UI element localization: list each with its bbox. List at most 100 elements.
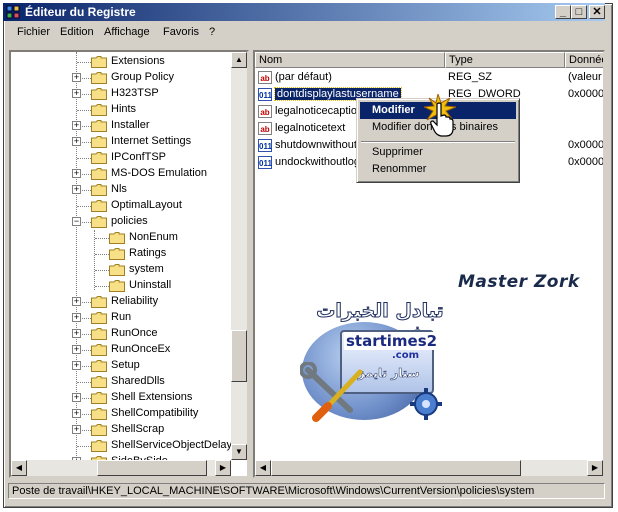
tree-horizontal-scrollbar[interactable]: ◀ ▶ xyxy=(11,460,231,476)
tree-item-label: Reliability xyxy=(111,295,159,307)
expand-plus-icon[interactable]: + xyxy=(72,329,81,338)
folder-icon xyxy=(91,392,107,404)
author-watermark: Master Zork xyxy=(458,272,580,292)
expand-plus-icon[interactable]: + xyxy=(72,137,81,146)
folder-icon xyxy=(91,408,107,420)
tree-item-label: Internet Settings xyxy=(111,135,192,147)
collapse-minus-icon[interactable]: − xyxy=(72,217,81,226)
tree-item[interactable]: SharedDlls xyxy=(11,374,231,390)
tree-item[interactable]: + Reliability xyxy=(11,294,231,310)
tree-item-label: Installer xyxy=(111,119,150,131)
string-value-icon: ab xyxy=(258,71,272,84)
values-scroll-right-arrow-icon[interactable]: ▶ xyxy=(587,460,603,476)
tree-vertical-scrollbar[interactable]: ▲ ▼ xyxy=(231,52,247,460)
folder-icon xyxy=(91,360,107,372)
key-tree-pane[interactable]: Extensions + Group Policy + H323TSP Hints + Ins… xyxy=(9,50,249,478)
expand-plus-icon[interactable]: + xyxy=(72,73,81,82)
menu-edition[interactable]: Edition xyxy=(60,26,94,38)
expand-plus-icon[interactable]: + xyxy=(72,345,81,354)
minimize-button[interactable]: _ xyxy=(555,5,571,19)
value-name: (par défaut) xyxy=(275,71,332,83)
tree-item[interactable]: + Nls xyxy=(11,182,231,198)
scroll-right-arrow-icon[interactable]: ▶ xyxy=(215,460,231,476)
tree-item-label: MS-DOS Emulation xyxy=(111,167,207,179)
tree-item[interactable]: OptimalLayout xyxy=(11,198,231,214)
tree-item-label: policies xyxy=(111,215,148,227)
tree-connector xyxy=(95,254,109,255)
expand-plus-icon[interactable]: + xyxy=(72,89,81,98)
tree-item[interactable]: + RunOnce xyxy=(11,326,231,342)
tree-connector xyxy=(95,270,109,271)
tree-item[interactable]: + Internet Settings xyxy=(11,134,231,150)
menu-help[interactable]: ? xyxy=(209,26,215,38)
expand-plus-icon[interactable]: + xyxy=(72,425,81,434)
folder-icon xyxy=(109,280,125,292)
context-menu-renommer[interactable]: Renommer xyxy=(360,161,516,178)
scroll-left-arrow-icon[interactable]: ◀ xyxy=(11,460,27,476)
expand-plus-icon[interactable]: + xyxy=(72,169,81,178)
expand-plus-icon[interactable]: + xyxy=(72,185,81,194)
expand-plus-icon[interactable]: + xyxy=(72,121,81,130)
tree-item[interactable]: + Group Policy xyxy=(11,70,231,86)
tree-item-label: SharedDlls xyxy=(111,375,165,387)
tree-item-label: Ratings xyxy=(129,247,167,259)
tree-item[interactable]: − policies xyxy=(11,214,231,230)
folder-icon xyxy=(91,200,107,212)
tree-item[interactable]: + ShellCompatibility xyxy=(11,406,231,422)
tree-item[interactable]: system xyxy=(11,262,231,278)
value-row[interactable]: ab (par défaut) REG_SZ (valeur xyxy=(255,70,603,86)
title-bar[interactable]: Éditeur du Registre _ □ ✕ xyxy=(3,3,605,21)
expand-plus-icon[interactable]: + xyxy=(72,361,81,370)
tree-item-label: Nls xyxy=(111,183,127,195)
expand-plus-icon[interactable]: + xyxy=(72,297,81,306)
tree-hscroll-thumb[interactable] xyxy=(97,460,207,476)
tree-item[interactable]: + RunOnceEx xyxy=(11,342,231,358)
values-scroll-left-arrow-icon[interactable]: ◀ xyxy=(255,460,271,476)
tree-item[interactable]: + MS-DOS Emulation xyxy=(11,166,231,182)
scroll-down-arrow-icon[interactable]: ▼ xyxy=(231,444,247,460)
value-data: 0x0000 xyxy=(568,88,605,100)
tree-item[interactable]: Uninstall xyxy=(11,278,231,294)
menu-fichier[interactable]: Fichier xyxy=(17,26,50,38)
tree-item[interactable]: + Shell Extensions xyxy=(11,390,231,406)
wrench-screwdriver-icon xyxy=(300,362,363,422)
values-horizontal-scrollbar[interactable]: ◀ ▶ xyxy=(255,460,603,476)
column-header-data[interactable]: Donnée xyxy=(565,52,603,68)
tree-item[interactable]: + Setup xyxy=(11,358,231,374)
context-menu-supprimer[interactable]: Supprimer xyxy=(360,144,516,161)
maximize-button[interactable]: □ xyxy=(571,5,587,19)
folder-icon xyxy=(91,344,107,356)
tree-item-label: system xyxy=(129,263,164,275)
folder-icon xyxy=(91,424,107,436)
tree-item[interactable]: IPConfTSP xyxy=(11,150,231,166)
tree-item-label: RunOnce xyxy=(111,327,158,339)
tree-item-label: Shell Extensions xyxy=(111,391,193,403)
tree-scroll-thumb[interactable] xyxy=(231,330,247,382)
scroll-up-arrow-icon[interactable]: ▲ xyxy=(231,52,247,68)
tree-item[interactable]: Extensions xyxy=(11,54,231,70)
tree-item[interactable]: ShellServiceObjectDelay xyxy=(11,438,232,454)
hand-cursor-icon xyxy=(430,102,454,137)
open-folder-icon xyxy=(91,216,107,228)
column-header-type[interactable]: Type xyxy=(445,52,565,68)
tree-item[interactable]: + H323TSP xyxy=(11,86,231,102)
tree-item[interactable]: Hints xyxy=(11,102,231,118)
column-header-name[interactable]: Nom xyxy=(255,52,445,68)
site-logo-tld: .com xyxy=(392,350,420,361)
folder-icon xyxy=(91,56,107,68)
tree-item-label: OptimalLayout xyxy=(111,199,182,211)
expand-plus-icon[interactable]: + xyxy=(72,313,81,322)
tree-item[interactable]: + Run xyxy=(11,310,231,326)
tree-item[interactable]: Ratings xyxy=(11,246,231,262)
folder-icon xyxy=(91,184,107,196)
tree-item[interactable]: + Installer xyxy=(11,118,231,134)
close-button[interactable]: ✕ xyxy=(589,5,605,19)
tree-item-label: NonEnum xyxy=(129,231,178,243)
menu-affichage[interactable]: Affichage xyxy=(104,26,150,38)
expand-plus-icon[interactable]: + xyxy=(72,393,81,402)
values-hscroll-thumb[interactable] xyxy=(271,460,521,476)
expand-plus-icon[interactable]: + xyxy=(72,409,81,418)
tree-item[interactable]: NonEnum xyxy=(11,230,231,246)
tree-item[interactable]: + ShellScrap xyxy=(11,422,231,438)
menu-favoris[interactable]: Favoris xyxy=(163,26,199,38)
